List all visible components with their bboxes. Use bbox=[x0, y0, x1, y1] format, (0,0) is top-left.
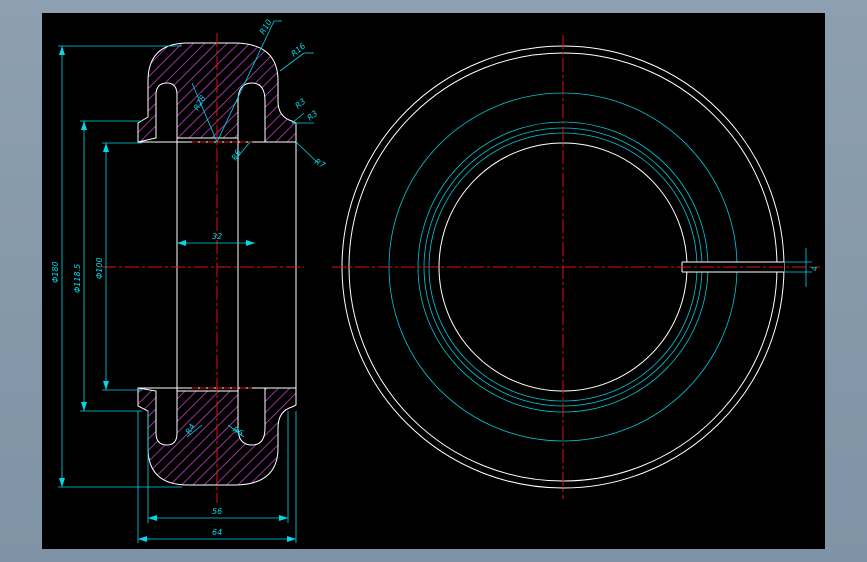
cad-drawing-canvas: R10 R16 R3 R3 R28 R6 R7 32 Φ180 Φ118.5 Φ… bbox=[42, 13, 825, 549]
dim-r6-top: R6 bbox=[230, 148, 243, 162]
dim-diameter-118: Φ118.5 bbox=[73, 264, 82, 293]
dim-width-64: 64 bbox=[212, 528, 222, 537]
section-view: R10 R16 R3 R3 R28 R6 R7 32 Φ180 Φ118.5 Φ… bbox=[51, 18, 328, 543]
seal-ring-drawing: R10 R16 R3 R3 R28 R6 R7 32 Φ180 Φ118.5 Φ… bbox=[51, 18, 820, 543]
dim-r7: R7 bbox=[313, 157, 328, 171]
dim-r16: R16 bbox=[290, 42, 308, 59]
dim-width-32: 32 bbox=[212, 232, 222, 241]
front-view: 4 bbox=[332, 35, 820, 499]
dim-diameter-100: Φ100 bbox=[95, 257, 104, 279]
dim-diameter-180: Φ180 bbox=[51, 261, 60, 283]
dim-width-56: 56 bbox=[212, 507, 222, 516]
dim-r3-a: R3 bbox=[294, 97, 308, 111]
dim-r3-b: R3 bbox=[306, 109, 320, 123]
